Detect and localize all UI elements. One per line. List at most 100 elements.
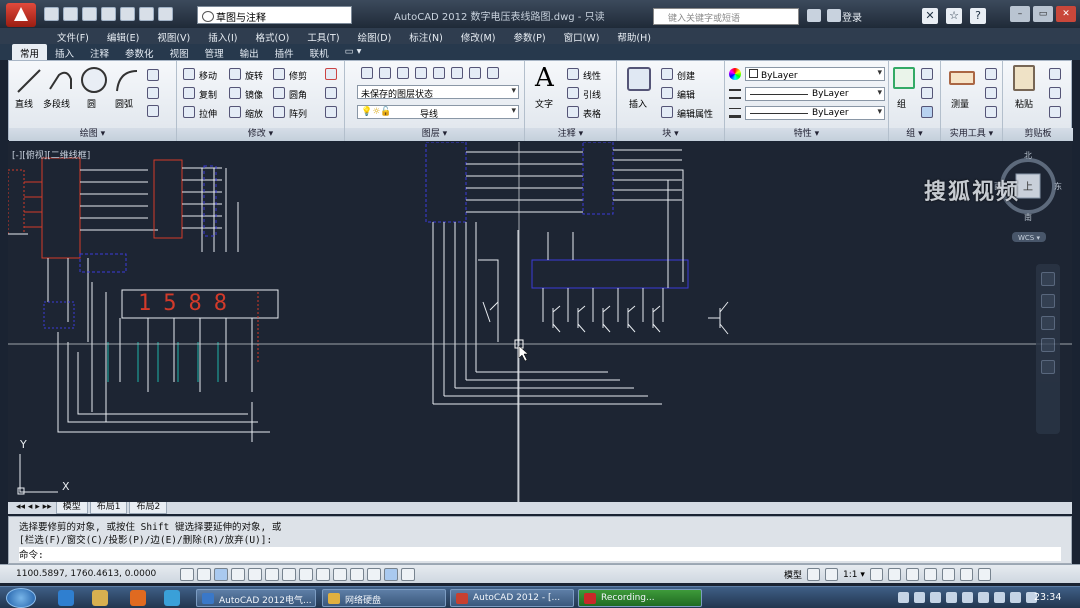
line-icon[interactable]	[15, 67, 43, 95]
antivirus-tray-icon[interactable]	[930, 592, 941, 603]
menu-dimension[interactable]: 标注(N)	[400, 28, 452, 44]
login-button[interactable]: 登录	[842, 9, 862, 24]
scale-icon[interactable]	[229, 106, 241, 118]
group-panel-title[interactable]: 组 ▾	[889, 128, 940, 141]
ungroup-icon[interactable]	[921, 68, 933, 80]
layer-tool-icon-2[interactable]	[379, 67, 391, 79]
tab-home[interactable]: 常用	[12, 44, 48, 60]
tab-online[interactable]: 联机	[302, 44, 337, 60]
app-menu-button[interactable]	[6, 3, 36, 27]
command-input[interactable]: 命令:	[19, 547, 1061, 561]
model-space-button[interactable]: 模型	[784, 568, 802, 581]
input-tray-icon[interactable]	[978, 592, 989, 603]
drawing-canvas[interactable]: 1588 Y X 上 北 南 西 东 WCS ▾ [-][俯视][二维线框] 搜…	[8, 142, 1072, 502]
save-icon[interactable]	[82, 7, 97, 21]
cut-icon[interactable]	[1049, 68, 1061, 80]
restore-button[interactable]: ▭	[1033, 6, 1053, 22]
ortho-toggle[interactable]	[214, 568, 228, 581]
menu-edit[interactable]: 编辑(E)	[98, 28, 148, 44]
linear-label[interactable]: 线性	[583, 69, 601, 82]
color-wheel-icon[interactable]	[729, 68, 741, 80]
new-icon[interactable]	[44, 7, 59, 21]
pan-icon[interactable]	[1041, 294, 1055, 308]
offset-icon[interactable]	[325, 106, 337, 118]
trim-icon[interactable]	[273, 68, 285, 80]
orbit-icon[interactable]	[1041, 338, 1055, 352]
tab-layout2[interactable]: 布局2	[129, 502, 168, 514]
clipboard-panel-title[interactable]: 剪贴板	[1003, 128, 1073, 141]
grid-toggle[interactable]	[197, 568, 211, 581]
linetype-select[interactable]: ByLayer	[745, 87, 885, 101]
modify-panel-title[interactable]: 修改 ▾	[177, 128, 344, 141]
menu-view[interactable]: 视图(V)	[148, 28, 199, 44]
lineweight-select[interactable]: ByLayer	[745, 106, 885, 120]
create-label[interactable]: 创建	[677, 69, 695, 82]
lineweight-icon[interactable]	[729, 108, 741, 118]
paste-label[interactable]: 粘贴	[1015, 97, 1033, 110]
linetype-icon[interactable]	[729, 89, 741, 99]
close-button[interactable]: ✕	[1056, 6, 1076, 22]
clock[interactable]: 23:34	[1034, 592, 1061, 603]
ducs-toggle[interactable]	[299, 568, 313, 581]
minimize-button[interactable]: –	[1010, 6, 1030, 22]
layer-tool-icon-7[interactable]	[469, 67, 481, 79]
draw-panel-title[interactable]: 绘图 ▾	[9, 128, 176, 141]
sc-toggle[interactable]	[384, 568, 398, 581]
auto-scale-icon[interactable]	[887, 568, 901, 581]
wcs-menu[interactable]: WCS ▾	[1018, 234, 1040, 242]
measure-icon[interactable]	[949, 71, 975, 85]
menu-draw[interactable]: 绘图(D)	[349, 28, 401, 44]
app-icon[interactable]	[164, 590, 180, 606]
edit-attr-label[interactable]: 编辑属性	[677, 107, 713, 120]
stretch-label[interactable]: 拉伸	[199, 107, 217, 120]
array-label[interactable]: 阵列	[289, 107, 307, 120]
utilities-panel-title[interactable]: 实用工具 ▾	[941, 128, 1002, 141]
ie-icon[interactable]	[58, 590, 74, 606]
layers-panel-title[interactable]: 图层 ▾	[345, 128, 524, 141]
tab-nav-icon[interactable]: ◂◂ ◂ ▸ ▸▸	[14, 502, 54, 514]
calculator-icon[interactable]	[985, 87, 997, 99]
3dosnap-toggle[interactable]	[265, 568, 279, 581]
arc-label[interactable]: 圆弧	[115, 97, 133, 110]
steering-wheel-icon[interactable]	[1041, 272, 1055, 286]
hardware-accel-icon[interactable]	[941, 568, 955, 581]
move-label[interactable]: 移动	[199, 69, 217, 82]
task-network-disk[interactable]: 网络硬盘	[322, 589, 446, 607]
annotation-visibility-icon[interactable]	[869, 568, 883, 581]
help-icon[interactable]: ?	[970, 8, 986, 24]
leader-icon[interactable]	[567, 87, 579, 99]
group-label[interactable]: 组	[897, 97, 906, 110]
print-icon[interactable]	[120, 7, 135, 21]
group-select-icon[interactable]	[921, 106, 933, 118]
search-input[interactable]: 键入关键字或短语	[653, 8, 799, 25]
circle-icon[interactable]	[79, 65, 109, 95]
fillet-icon[interactable]	[273, 87, 285, 99]
osnap-toggle[interactable]	[248, 568, 262, 581]
menu-parametric[interactable]: 参数(P)	[504, 28, 554, 44]
user-icon[interactable]	[827, 9, 841, 22]
qp-toggle[interactable]	[367, 568, 381, 581]
erase-icon[interactable]	[325, 68, 337, 80]
tab-annotate[interactable]: 注释	[82, 44, 117, 60]
volume-tray-icon[interactable]	[1010, 592, 1021, 603]
layer-tool-icon-5[interactable]	[433, 67, 445, 79]
edit-block-icon[interactable]	[661, 87, 673, 99]
paste-icon[interactable]	[1013, 65, 1035, 91]
tab-plugins[interactable]: 插件	[267, 44, 302, 60]
circle-label[interactable]: 圆	[87, 97, 96, 110]
table-icon[interactable]	[567, 106, 579, 118]
copy-icon[interactable]	[183, 87, 195, 99]
am-toggle[interactable]	[401, 568, 415, 581]
insert-block-icon[interactable]	[627, 67, 651, 91]
menu-file[interactable]: 文件(F)	[48, 28, 98, 44]
layer-state-select[interactable]: 未保存的图层状态	[357, 85, 519, 99]
stretch-icon[interactable]	[183, 106, 195, 118]
isolate-objects-icon[interactable]	[959, 568, 973, 581]
polyline-icon[interactable]	[47, 67, 75, 95]
tab-manage[interactable]: 管理	[197, 44, 232, 60]
help-tray-icon[interactable]	[898, 592, 909, 603]
block-panel-title[interactable]: 块 ▾	[617, 128, 724, 141]
tab-model[interactable]: 模型	[55, 502, 88, 514]
task-recording[interactable]: Recording...	[578, 589, 702, 607]
table-label[interactable]: 表格	[583, 107, 601, 120]
